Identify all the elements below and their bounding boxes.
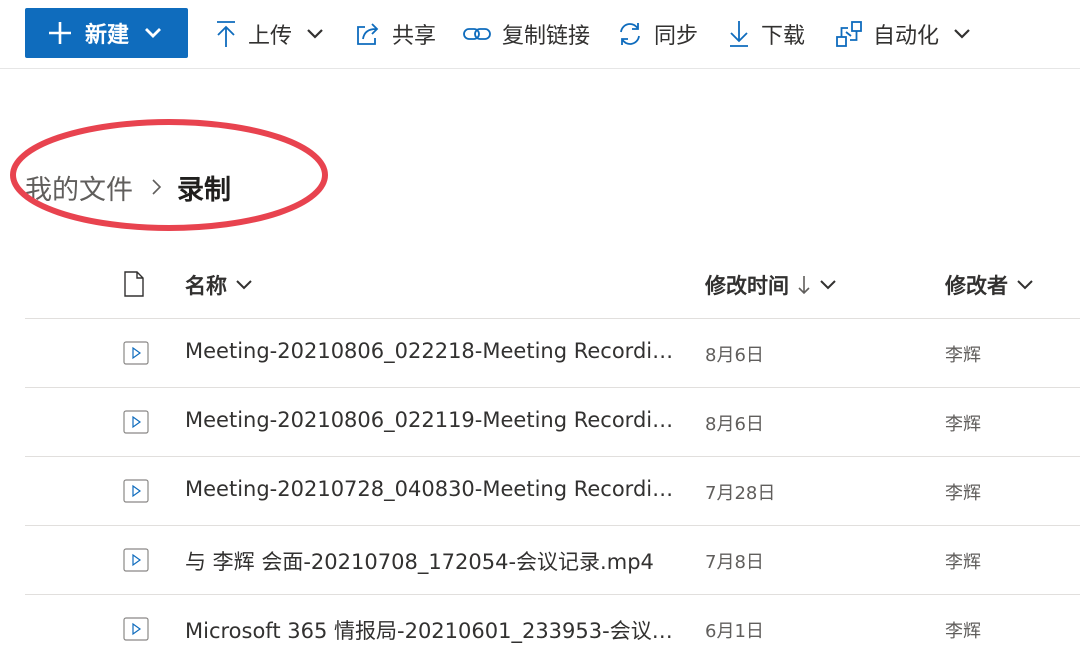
file-modified: 8月6日 xyxy=(705,345,764,366)
sync-icon xyxy=(620,23,640,45)
breadcrumb-item-my-files[interactable]: 我的文件 xyxy=(25,168,133,207)
file-modified-by: 李辉 xyxy=(945,621,981,642)
share-button[interactable]: 共享 xyxy=(354,10,436,58)
sort-descending-icon xyxy=(798,276,810,295)
file-name[interactable]: 与 李辉 会面-20210708_172054-会议记录.mp4 xyxy=(185,546,685,576)
chevron-down-icon xyxy=(145,28,162,38)
column-modified-label: 修改时间 xyxy=(705,274,789,298)
sync-label: 同步 xyxy=(654,24,699,49)
file-modified-by: 李辉 xyxy=(945,345,981,366)
file-list-header: 名称 修改时间 修改者 xyxy=(25,250,1080,319)
plus-icon xyxy=(49,22,71,44)
command-bar: 新建 上传 共享 复制链接 同步 下载 自动化 xyxy=(0,0,1080,69)
upload-button[interactable]: 上传 xyxy=(214,10,324,58)
video-file-icon xyxy=(123,410,149,434)
column-header-modified-by[interactable]: 修改者 xyxy=(945,270,1034,300)
file-modified-by: 李辉 xyxy=(945,414,981,435)
table-row[interactable]: 与 李辉 会面-20210708_172054-会议记录.mp4 7月8日 李辉 xyxy=(25,526,1080,595)
table-row[interactable]: Meeting-20210728_040830-Meeting Recordin… xyxy=(25,457,1080,526)
download-icon xyxy=(730,21,748,47)
chevron-down-icon xyxy=(1017,280,1033,290)
chevron-down-icon xyxy=(820,280,836,290)
file-modified: 7月8日 xyxy=(705,552,764,573)
automate-icon xyxy=(836,21,862,47)
sync-button[interactable]: 同步 xyxy=(616,10,698,58)
new-button[interactable]: 新建 xyxy=(25,8,188,58)
column-header-name[interactable]: 名称 xyxy=(185,270,253,300)
download-label: 下载 xyxy=(761,24,806,49)
automate-label: 自动化 xyxy=(873,24,940,49)
file-name[interactable]: Meeting-20210806_022119-Meeting Recordin… xyxy=(185,408,685,432)
breadcrumb-item-current: 录制 xyxy=(177,174,231,206)
column-modified-by-label: 修改者 xyxy=(945,274,1008,298)
file-modified: 8月6日 xyxy=(705,414,764,435)
download-button[interactable]: 下载 xyxy=(727,10,805,58)
upload-label: 上传 xyxy=(248,24,293,49)
chevron-down-icon xyxy=(307,29,323,39)
column-header-modified[interactable]: 修改时间 xyxy=(705,270,837,300)
video-file-icon xyxy=(123,548,149,572)
video-file-icon xyxy=(123,617,149,641)
file-modified: 7月28日 xyxy=(705,483,776,504)
video-file-icon xyxy=(123,479,149,503)
share-icon xyxy=(357,23,379,45)
copy-link-button[interactable]: 复制链接 xyxy=(462,10,590,58)
chevron-down-icon xyxy=(236,280,252,290)
link-icon xyxy=(463,28,491,40)
file-type-icon[interactable] xyxy=(123,270,145,298)
breadcrumb: 我的文件 录制 xyxy=(25,165,231,209)
file-modified-by: 李辉 xyxy=(945,552,981,573)
chevron-right-icon xyxy=(152,179,162,195)
file-name[interactable]: Microsoft 365 情报局-20210601_233953-会议记录.m… xyxy=(185,615,685,645)
upload-icon xyxy=(217,21,235,47)
file-modified: 6月1日 xyxy=(705,621,764,642)
file-name[interactable]: Meeting-20210806_022218-Meeting Recordin… xyxy=(185,339,685,363)
automate-button[interactable]: 自动化 xyxy=(835,10,971,58)
column-name-label: 名称 xyxy=(185,274,227,298)
table-row[interactable]: Meeting-20210806_022119-Meeting Recordin… xyxy=(25,388,1080,457)
video-file-icon xyxy=(123,341,149,365)
share-label: 共享 xyxy=(392,24,437,49)
file-name[interactable]: Meeting-20210728_040830-Meeting Recordin… xyxy=(185,477,685,501)
table-row[interactable]: Meeting-20210806_022218-Meeting Recordin… xyxy=(25,319,1080,388)
copy-link-label: 复制链接 xyxy=(502,24,591,49)
chevron-down-icon xyxy=(954,29,970,39)
file-modified-by: 李辉 xyxy=(945,483,981,504)
table-row[interactable]: Microsoft 365 情报局-20210601_233953-会议记录.m… xyxy=(25,595,1080,659)
new-button-label: 新建 xyxy=(85,23,130,48)
